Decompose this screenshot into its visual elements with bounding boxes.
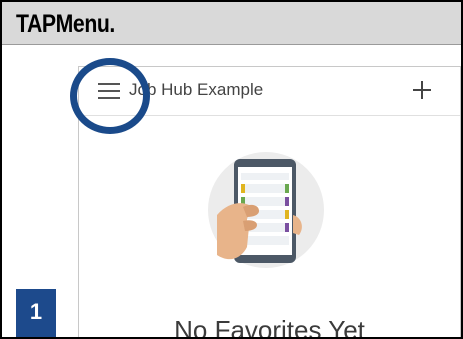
app-header: Job Hub Example: [79, 67, 460, 116]
phone-screen: Job Hub Example No Favorites Yet: [78, 66, 461, 339]
instruction-text: TAPMenu.: [16, 10, 115, 38]
step-badge: 1: [16, 289, 56, 337]
plus-icon[interactable]: [410, 78, 434, 102]
instruction-bar: TAPMenu.: [2, 2, 461, 45]
hand-holding-phone-illustration: [208, 152, 324, 268]
step-number: 1: [29, 299, 43, 324]
tutorial-frame: TAPMenu. Job Hub Example No Favorites Ye…: [0, 0, 463, 339]
empty-state-title: No Favorites Yet: [174, 315, 365, 339]
app-title: Job Hub Example: [129, 80, 264, 99]
hamburger-menu-icon[interactable]: [98, 81, 122, 101]
